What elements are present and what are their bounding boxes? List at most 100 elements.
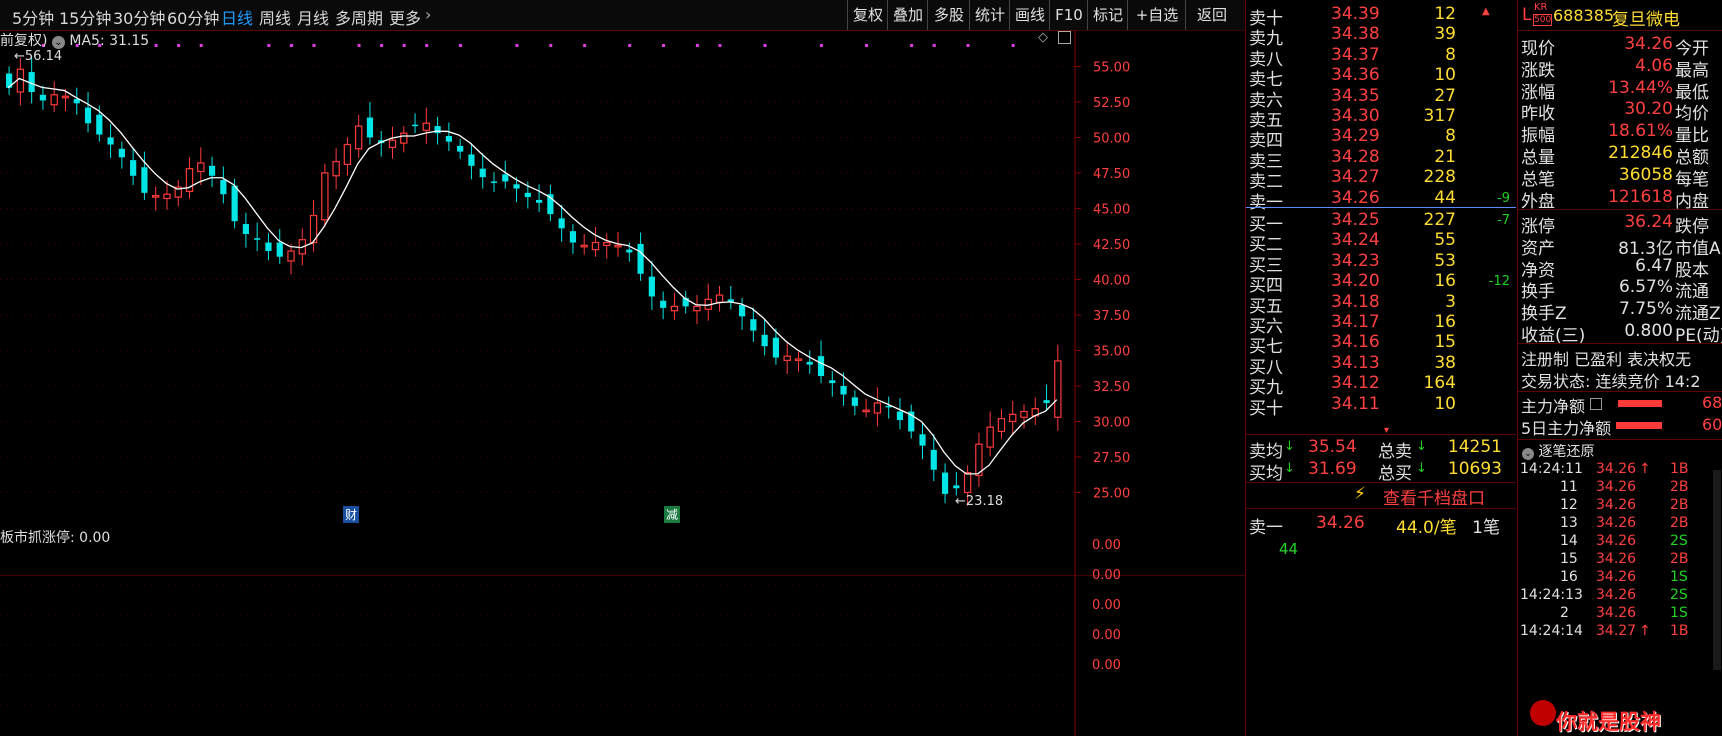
sell-level-row[interactable]: 卖六 34.35 27 — [1246, 85, 1516, 111]
candle-body — [84, 107, 92, 124]
tick-scrollbar[interactable] — [1713, 470, 1721, 670]
tab-daily[interactable]: 日线 — [221, 5, 253, 29]
candle-body — [794, 358, 803, 362]
lightning-icon: ⚡ — [1354, 484, 1366, 504]
bull-logo-icon — [1530, 700, 1556, 726]
buy-level-row[interactable]: 买四 34.20 16 -12 — [1246, 270, 1516, 296]
buy-level-row[interactable]: 买九 34.12 164 — [1246, 372, 1516, 398]
signal-dot — [718, 44, 722, 47]
tab-multi-period[interactable]: 多周期 — [335, 5, 383, 29]
buy-level-row[interactable]: 买十 34.11 10 — [1246, 393, 1516, 419]
tab-more[interactable]: 更多 — [389, 5, 421, 29]
avg-sell-value: 35.54 — [1308, 437, 1357, 457]
sell-level-row[interactable]: 卖四 34.29 8 — [1246, 125, 1516, 151]
add-watchlist-button[interactable]: +自选 — [1127, 0, 1186, 30]
sell-level-row[interactable]: 卖一 34.26 44 -9 — [1246, 187, 1516, 213]
thousand-level-link[interactable]: 查看千档盘口 — [1383, 484, 1485, 509]
signal-dot — [695, 44, 699, 47]
diamond-icon[interactable]: ◇ — [1038, 30, 1048, 45]
sell-level-row[interactable]: 卖五 34.30 317 — [1246, 105, 1516, 131]
sell-level-row[interactable]: 卖九 34.38 39 — [1246, 23, 1516, 49]
signal-dot — [459, 44, 463, 47]
draw-line-button[interactable]: 画线 — [1009, 0, 1050, 30]
square-icon[interactable] — [1058, 31, 1071, 44]
buy-level-row[interactable]: 买五 34.18 3 — [1246, 291, 1516, 317]
y-tick-label: 42.50 — [1093, 238, 1130, 253]
sell-level-row[interactable]: 卖八 34.37 8 — [1246, 44, 1516, 70]
up-candle — [783, 342, 791, 374]
candle-body — [817, 356, 825, 377]
event-tag-reduce[interactable]: 减 — [664, 506, 681, 523]
mark-button[interactable]: 标记 — [1087, 0, 1128, 30]
tab-weekly[interactable]: 周线 — [259, 5, 291, 29]
avg-sell-row: 卖均 ↓ 35.54 总卖 ↓ 14251 — [1246, 436, 1516, 462]
candle-body — [750, 319, 757, 331]
candle-body — [614, 244, 622, 248]
chevron-down-icon[interactable]: ⌄ — [1522, 448, 1534, 460]
buy-level-row[interactable]: 买八 34.13 38 — [1246, 352, 1516, 378]
sell-level-row[interactable]: 卖三 34.28 21 — [1246, 146, 1516, 172]
sell-level-row[interactable]: 卖七 34.36 10 — [1246, 64, 1516, 90]
level-volume: 38 — [1434, 352, 1456, 373]
candle-body — [343, 143, 352, 166]
tab-5min[interactable]: 5分钟 — [12, 5, 54, 29]
candle-body — [468, 154, 475, 166]
adjust-button[interactable]: 复权 — [847, 0, 888, 30]
stock-header: L KR 500 688385 复旦微电 — [1518, 0, 1722, 31]
overlay-button[interactable]: 叠加 — [887, 0, 928, 30]
candle-body — [660, 300, 667, 308]
up-candle — [693, 295, 701, 325]
candle-body — [941, 472, 949, 494]
tick-time: 12 — [1560, 497, 1578, 513]
event-tag-finance[interactable]: 财 — [343, 506, 360, 523]
kline-chart[interactable]: 55.00 52.50 50.00 47.50 45.00 42.50 40.00 37.50… — [0, 30, 1245, 575]
tick-volume: 1S — [1670, 569, 1688, 585]
down-candle — [84, 91, 92, 133]
candle-body — [829, 380, 836, 384]
stats-button[interactable]: 统计 — [969, 0, 1010, 30]
candle-body — [772, 337, 780, 358]
high-value: 56.14 — [24, 49, 63, 64]
tick-detail-header[interactable]: ⌄ 逐笔还原 — [1522, 441, 1594, 461]
chevron-down-icon[interactable]: ⌄ — [51, 36, 65, 49]
tab-30min[interactable]: 30分钟 — [113, 5, 165, 29]
down-candle — [479, 153, 486, 189]
candle-body — [953, 485, 960, 489]
up-candle — [287, 243, 295, 275]
level-price: 34.13 — [1331, 352, 1380, 373]
indicator-pane[interactable] — [0, 575, 1245, 736]
buy-level-row[interactable]: 买二 34.24 55 — [1246, 229, 1516, 255]
doc-icon[interactable] — [1590, 398, 1602, 410]
buy-level-row[interactable]: 买六 34.17 16 — [1246, 311, 1516, 337]
tab-60min[interactable]: 60分钟 — [167, 5, 219, 29]
level-price: 34.20 — [1331, 271, 1380, 292]
buy-level-row[interactable]: 买一 34.25 227 -7 — [1246, 209, 1516, 235]
up-candle — [704, 283, 712, 321]
back-button[interactable]: 返回 — [1185, 0, 1238, 30]
down-candle — [468, 143, 475, 180]
tick-volume: 1B — [1670, 623, 1689, 639]
y-tick-label: 55.00 — [1093, 60, 1130, 75]
multi-stock-button[interactable]: 多股 — [927, 0, 970, 30]
candle-body — [963, 472, 972, 494]
f10-button[interactable]: F10 — [1049, 0, 1088, 30]
down-candle — [265, 233, 272, 261]
sell-level-row[interactable]: 卖二 34.27 228 — [1246, 166, 1516, 192]
ask1-per-order: 44.0/笔 — [1396, 518, 1457, 538]
y-tick-label: 37.50 — [1093, 309, 1130, 324]
buy-level-row[interactable]: 买七 34.16 15 — [1246, 331, 1516, 357]
signal-dot — [177, 44, 181, 47]
candle-body — [479, 168, 486, 178]
arrow-down-icon: ↓ — [1416, 461, 1427, 476]
level-label: 买十 — [1249, 398, 1283, 419]
up-candle — [1031, 397, 1039, 426]
down-candle — [457, 138, 464, 159]
adjust-mode-label[interactable]: 前复权) ⌄ MA5: 31.15 — [0, 30, 149, 50]
sell-level-row[interactable]: 卖十 34.39 12 — [1246, 3, 1516, 29]
chevron-right-icon[interactable]: › — [425, 5, 431, 24]
tab-15min[interactable]: 15分钟 — [59, 5, 111, 29]
candle-body — [806, 361, 813, 365]
buy-level-row[interactable]: 买三 34.23 53 — [1246, 250, 1516, 276]
tab-monthly[interactable]: 月线 — [297, 5, 329, 29]
candle-body — [873, 402, 882, 414]
